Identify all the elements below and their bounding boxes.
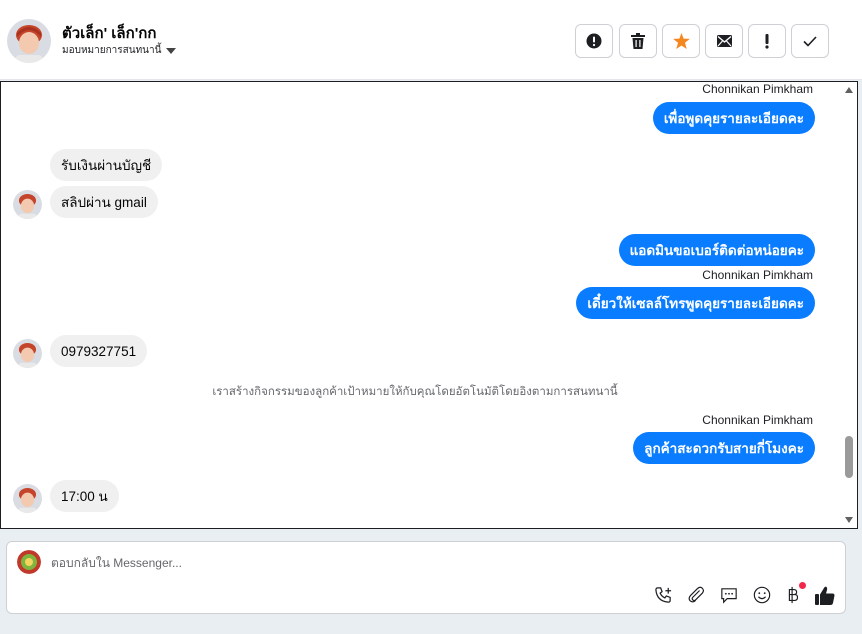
contact-avatar[interactable] — [7, 19, 51, 63]
outgoing-message[interactable]: เพื่อพูดคุยรายละเอียดคะ — [652, 102, 815, 134]
emoji-button[interactable] — [751, 584, 773, 606]
delete-button[interactable] — [619, 24, 657, 58]
sender-name: Chonnikan Pimkham — [702, 82, 813, 96]
add-call-icon — [654, 586, 671, 603]
saved-reply-button[interactable] — [718, 584, 740, 606]
scrollbar[interactable] — [844, 82, 856, 528]
trash-icon — [631, 33, 645, 49]
scroll-up-arrow-icon[interactable] — [845, 87, 853, 93]
incoming-message[interactable]: 17:00 น — [50, 480, 119, 512]
message-thread[interactable]: Chonnikan Pimkham เพื่อพูดคุยรายละเอียดค… — [0, 81, 858, 529]
mark-unread-button[interactable] — [705, 24, 743, 58]
contact-avatar-small — [13, 484, 42, 513]
incoming-message[interactable]: สลิปผ่าน gmail — [50, 186, 158, 218]
mark-done-button[interactable] — [791, 24, 829, 58]
like-button[interactable] — [814, 584, 836, 606]
incoming-message[interactable]: 0979327751 — [50, 335, 148, 367]
outgoing-message[interactable]: ลูกค้าสะดวกรับสายกี่โมงคะ — [633, 432, 815, 464]
scrollbar-thumb[interactable] — [845, 436, 853, 478]
attach-button[interactable] — [685, 584, 707, 606]
outgoing-message[interactable]: แอดมินขอเบอร์ติดต่อหน่อยคะ — [618, 234, 815, 266]
add-call-button[interactable] — [652, 584, 674, 606]
contact-avatar-small — [13, 339, 42, 368]
conversation-header: ตัวเล็ก' เล็ก'กก มอบหมายการสนทนานี้ — [0, 0, 862, 80]
contact-name[interactable]: ตัวเล็ก' เล็ก'กก — [62, 21, 156, 45]
baht-payment-icon — [788, 586, 799, 604]
follow-up-button[interactable] — [748, 24, 786, 58]
check-icon — [803, 35, 817, 47]
assign-conversation-dropdown[interactable]: มอบหมายการสนทนานี้ — [62, 43, 177, 58]
reply-input[interactable] — [51, 554, 651, 572]
contact-avatar-small — [13, 190, 42, 219]
system-notice: เราสร้างกิจกรรมของลูกค้าเป้าหมายให้กับคุ… — [212, 386, 618, 398]
assign-label: มอบหมายการสนทนานี้ — [62, 45, 162, 56]
star-icon — [672, 33, 690, 49]
scroll-down-arrow-icon[interactable] — [845, 517, 853, 523]
paperclip-icon — [688, 586, 705, 603]
outgoing-message[interactable]: เดี๋ยวให้เซลล์โทรพูดคุยรายละเอียดคะ — [576, 287, 815, 319]
envelope-icon — [716, 35, 732, 47]
mark-spam-button[interactable] — [575, 24, 613, 58]
emoji-icon — [753, 586, 771, 604]
thumbs-up-icon — [815, 586, 835, 605]
page-avatar — [17, 550, 41, 574]
saved-reply-icon — [721, 587, 737, 604]
caret-down-icon — [166, 47, 177, 54]
alert-circle-icon — [586, 33, 602, 49]
notification-dot — [799, 582, 806, 589]
exclamation-icon — [765, 33, 769, 49]
incoming-message[interactable]: รับเงินผ่านบัญชี — [50, 149, 163, 181]
star-button[interactable] — [662, 24, 700, 58]
sender-name: Chonnikan Pimkham — [702, 413, 813, 427]
reply-composer — [6, 541, 846, 614]
sender-name: Chonnikan Pimkham — [702, 268, 813, 282]
